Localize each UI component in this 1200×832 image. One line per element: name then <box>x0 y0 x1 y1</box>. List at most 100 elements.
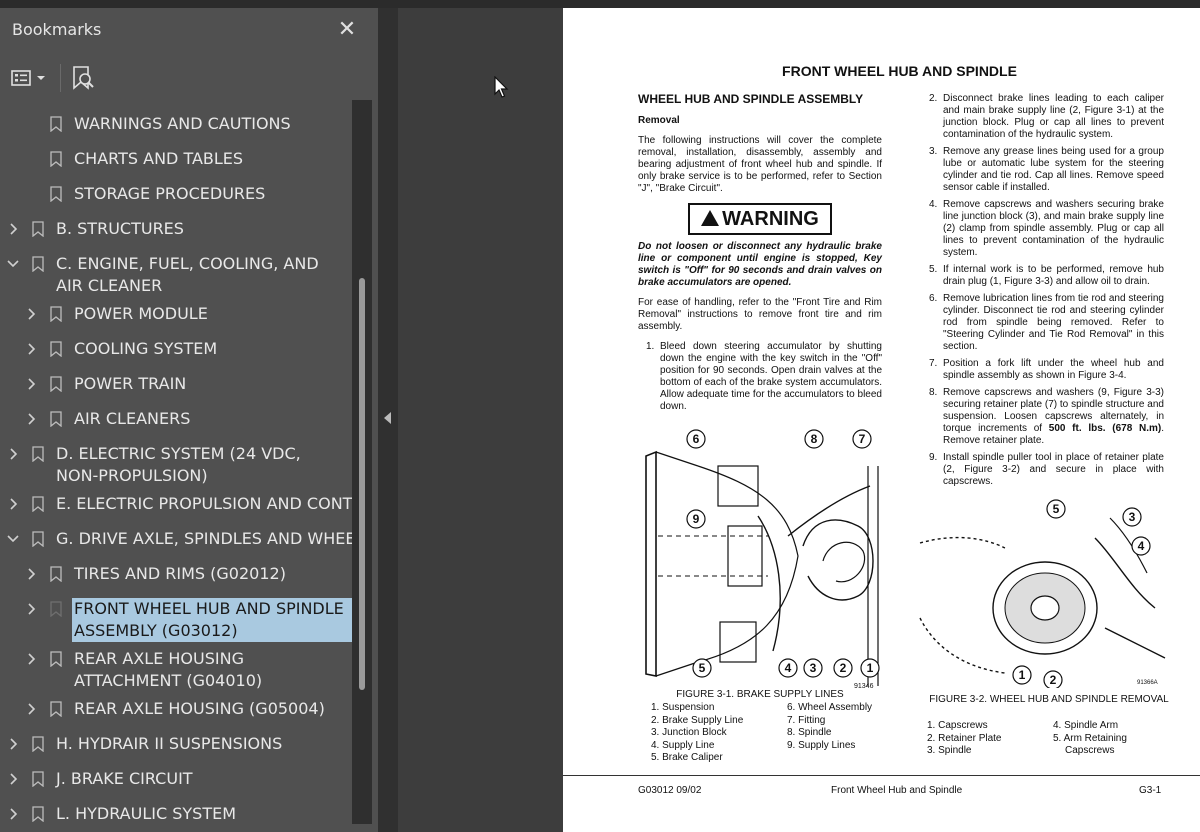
chevron-right-icon[interactable] <box>24 338 38 360</box>
bookmark-label: REAR AXLE HOUSING (G05004) <box>74 699 325 718</box>
figure2-code: 91366A <box>1137 680 1158 686</box>
bookmark-item[interactable]: TIRES AND RIMS (G02012) <box>0 563 352 585</box>
chevron-right-icon[interactable] <box>24 373 38 395</box>
bookmark-icon <box>32 806 44 823</box>
bookmark-icon <box>50 186 62 203</box>
panel-title: Bookmarks <box>12 20 102 39</box>
chevron-down-icon[interactable] <box>6 253 20 275</box>
bookmark-item[interactable]: POWER TRAIN <box>0 373 352 395</box>
step-item: 8. Remove capscrews and washers (9, Figur… <box>929 387 1165 446</box>
callout-1: 1 <box>867 661 874 675</box>
bookmark-label: D. ELECTRIC SYSTEM (24 VDC, NON-PROPULSI… <box>56 444 301 485</box>
bookmark-label: C. ENGINE, FUEL, COOLING, AND AIR CLEANE… <box>56 254 319 295</box>
bookmark-label: STORAGE PROCEDURES <box>74 184 266 203</box>
bookmark-item[interactable]: REAR AXLE HOUSING (G05004) <box>0 698 352 720</box>
toolbar-divider <box>60 64 61 92</box>
collapse-panel-arrow-icon[interactable] <box>384 412 391 424</box>
bookmark-label: H. HYDRAIR II SUSPENSIONS <box>56 734 283 753</box>
bookmark-item[interactable]: COOLING SYSTEM <box>0 338 352 360</box>
chevron-right-icon[interactable] <box>24 563 38 585</box>
bookmark-item[interactable]: G. DRIVE AXLE, SPINDLES AND WHEELS <box>0 528 352 550</box>
bookmark-icon <box>50 651 62 668</box>
options-menu-button[interactable] <box>10 66 50 90</box>
callout-9: 9 <box>693 512 700 526</box>
figure2-legend-right: 4. Spindle Arm 5. Arm Retaining Capscrew… <box>1053 720 1127 756</box>
chevron-right-icon[interactable] <box>6 733 20 755</box>
bookmark-item[interactable]: AIR CLEANERS <box>0 408 352 430</box>
callout-8: 8 <box>811 432 818 446</box>
figure2-caption: FIGURE 3-2. WHEEL HUB AND SPINDLE REMOVA… <box>929 694 1169 705</box>
removal-subheading: Removal <box>638 115 680 126</box>
footer-title: Front Wheel Hub and Spindle <box>831 785 963 796</box>
fig2-callout-2: 2 <box>1050 673 1057 687</box>
fig2-callout-4: 4 <box>1138 539 1145 553</box>
footer-doc-id: G03012 09/02 <box>638 785 702 796</box>
chevron-right-icon[interactable] <box>24 408 38 430</box>
warning-label: WARNING <box>722 208 819 230</box>
bookmark-icon <box>50 306 62 323</box>
bookmark-item[interactable]: STORAGE PROCEDURES <box>0 183 352 205</box>
figure1-legend-left: 1. Suspension 2. Brake Supply Line 3. Ju… <box>651 702 744 763</box>
step-item: 4. Remove capscrews and washers securing … <box>929 199 1164 258</box>
figure-wheel-hub-removal: 5 3 4 1 2 91366A <box>919 499 1166 688</box>
chevron-right-icon[interactable] <box>6 443 20 465</box>
bookmark-icon <box>32 736 44 753</box>
find-bookmark-button[interactable] <box>70 64 96 92</box>
handling-paragraph: For ease of handling, refer to the "Fron… <box>638 297 882 332</box>
page-title: FRONT WHEEL HUB AND SPINDLE <box>782 63 1017 79</box>
close-icon[interactable]: ✕ <box>336 18 358 40</box>
bookmark-icon <box>50 376 62 393</box>
bookmark-item[interactable]: H. HYDRAIR II SUSPENSIONS <box>0 733 352 755</box>
bookmark-label: REAR AXLE HOUSING ATTACHMENT (G04010) <box>74 649 263 690</box>
chevron-right-icon[interactable] <box>24 303 38 325</box>
bookmark-icon <box>32 496 44 513</box>
top-strip <box>0 0 1200 8</box>
bookmark-item[interactable]: J. BRAKE CIRCUIT <box>0 768 352 790</box>
bookmark-icon <box>50 566 62 583</box>
bookmark-item[interactable]: POWER MODULE <box>0 303 352 325</box>
figure1-caption: FIGURE 3-1. BRAKE SUPPLY LINES <box>676 689 844 700</box>
fig2-callout-5: 5 <box>1053 502 1060 516</box>
chevron-right-icon[interactable] <box>6 768 20 790</box>
bookmark-item[interactable]: FRONT WHEEL HUB AND SPINDLE ASSEMBLY (G0… <box>0 598 352 642</box>
figure2-legend-left: 1. Capscrews 2. Retainer Plate 3. Spindl… <box>927 720 1002 756</box>
chevron-right-icon[interactable] <box>6 218 20 240</box>
bookmark-item[interactable]: REAR AXLE HOUSING ATTACHMENT (G04010) <box>0 648 352 692</box>
intro-paragraph: The following instructions will cover th… <box>638 135 882 194</box>
figure1-legend-right: 6. Wheel Assembly 7. Fitting 8. Spindle … <box>787 702 873 751</box>
warning-triangle-icon <box>701 210 720 226</box>
bookmark-label: COOLING SYSTEM <box>74 339 218 358</box>
step-item: 6. Remove lubrication lines from tie rod … <box>929 293 1164 352</box>
bookmarks-toolbar <box>0 58 378 98</box>
bookmark-item[interactable]: D. ELECTRIC SYSTEM (24 VDC, NON-PROPULSI… <box>0 443 352 487</box>
figure-brake-supply-lines: 6 8 7 9 5 4 3 2 1 91346 <box>645 429 880 690</box>
bookmark-label: POWER MODULE <box>74 304 208 323</box>
step-item: 3. Remove any grease lines being used for… <box>929 146 1164 193</box>
chevron-right-icon[interactable] <box>6 803 20 824</box>
left-column: WHEEL HUB AND SPINDLE ASSEMBLY Removal T… <box>638 93 882 418</box>
bookmark-item[interactable]: B. STRUCTURES <box>0 218 352 240</box>
callout-6: 6 <box>693 432 700 446</box>
bookmark-label: WARNINGS AND CAUTIONS <box>74 114 291 133</box>
bookmark-item[interactable]: C. ENGINE, FUEL, COOLING, AND AIR CLEANE… <box>0 253 352 297</box>
bookmark-item[interactable]: E. ELECTRIC PROPULSION AND CONTROL <box>0 493 352 515</box>
bookmark-tree: WARNINGS AND CAUTIONS CHARTS AND TABLES ST… <box>0 100 352 824</box>
bookmark-label: AIR CLEANERS <box>74 409 191 428</box>
step-item: 1. Bleed down steering accumulator by shu… <box>646 341 882 412</box>
chevron-right-icon[interactable] <box>24 648 38 670</box>
bookmark-icon <box>32 446 44 463</box>
callout-2: 2 <box>840 661 847 675</box>
bookmark-scrollbar-thumb[interactable] <box>359 278 365 690</box>
footer-page-number: G3-1 <box>1139 785 1162 796</box>
chevron-right-icon[interactable] <box>24 598 38 620</box>
bookmark-item[interactable]: CHARTS AND TABLES <box>0 148 352 170</box>
chevron-right-icon[interactable] <box>6 493 20 515</box>
bookmark-item[interactable]: L. HYDRAULIC SYSTEM <box>0 803 352 824</box>
bookmark-icon <box>32 221 44 238</box>
chevron-right-icon[interactable] <box>24 698 38 720</box>
bookmark-item[interactable]: WARNINGS AND CAUTIONS <box>0 113 352 135</box>
callout-7: 7 <box>859 432 866 446</box>
warning-box: WARNING <box>688 203 832 235</box>
bookmark-icon <box>50 151 62 168</box>
chevron-down-icon[interactable] <box>6 528 20 550</box>
